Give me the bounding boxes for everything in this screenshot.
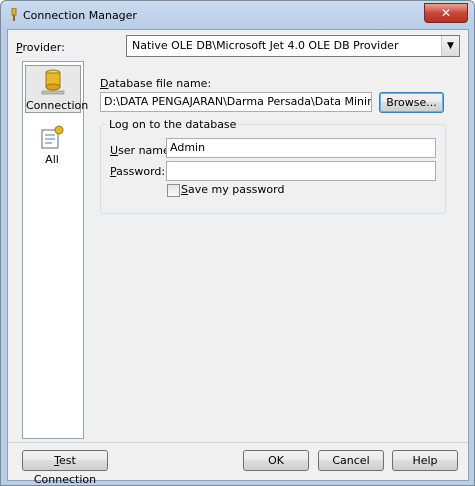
browse-button[interactable]: Browse...: [379, 92, 444, 113]
provider-value: Native OLE DB\Microsoft Jet 4.0 OLE DB P…: [132, 39, 399, 52]
nav-item-label: Connection: [26, 99, 89, 112]
dialog-body: Provider: Native OLE DB\Microsoft Jet 4.…: [7, 29, 469, 485]
divider: [8, 442, 468, 443]
connection-icon: [11, 8, 17, 21]
save-password-label[interactable]: Save my password: [181, 183, 284, 196]
provider-label: Provider:: [16, 41, 65, 54]
cancel-button[interactable]: Cancel: [318, 450, 384, 471]
password-input[interactable]: [166, 161, 436, 181]
logon-group-title: Log on to the database: [106, 118, 240, 131]
database-file-label: Database file name:: [100, 77, 212, 90]
help-button[interactable]: Help: [392, 450, 458, 471]
database-file-input[interactable]: D:\DATA PENGAJARAN\Darma Persada\Data Mi…: [100, 92, 372, 112]
close-button[interactable]: ✕: [424, 3, 468, 23]
window-title: Connection Manager: [23, 9, 137, 22]
test-connection-button[interactable]: Test Connection: [22, 450, 108, 485]
user-name-label: User name:: [110, 144, 174, 157]
ok-button[interactable]: OK: [243, 450, 309, 471]
nav-item-label: All: [45, 153, 59, 166]
nav-pane: Connection All: [22, 61, 89, 439]
password-label: Password:: [110, 165, 166, 178]
save-password-checkbox[interactable]: [167, 184, 180, 197]
nav-item-all[interactable]: All: [25, 124, 79, 170]
database-icon: [41, 69, 65, 95]
provider-select[interactable]: Native OLE DB\Microsoft Jet 4.0 OLE DB P…: [126, 35, 460, 57]
properties-icon: [41, 125, 64, 149]
user-name-input[interactable]: Admin: [166, 138, 436, 158]
connection-manager-window: Connection Manager ✕ Provider: Native OL…: [0, 0, 475, 486]
close-icon: ✕: [440, 6, 452, 20]
ok-label: OK: [268, 454, 284, 467]
chevron-down-icon[interactable]: ▼: [441, 36, 459, 56]
cancel-label: Cancel: [332, 454, 370, 467]
user-name-value: Admin: [170, 141, 206, 154]
nav-item-connection[interactable]: Connection: [25, 65, 89, 113]
database-file-value: D:\DATA PENGAJARAN\Darma Persada\Data Mi…: [104, 95, 371, 108]
browse-label: Browse...: [386, 96, 437, 109]
help-label: Help: [412, 454, 438, 467]
title-bar: Connection Manager ✕: [1, 1, 474, 29]
